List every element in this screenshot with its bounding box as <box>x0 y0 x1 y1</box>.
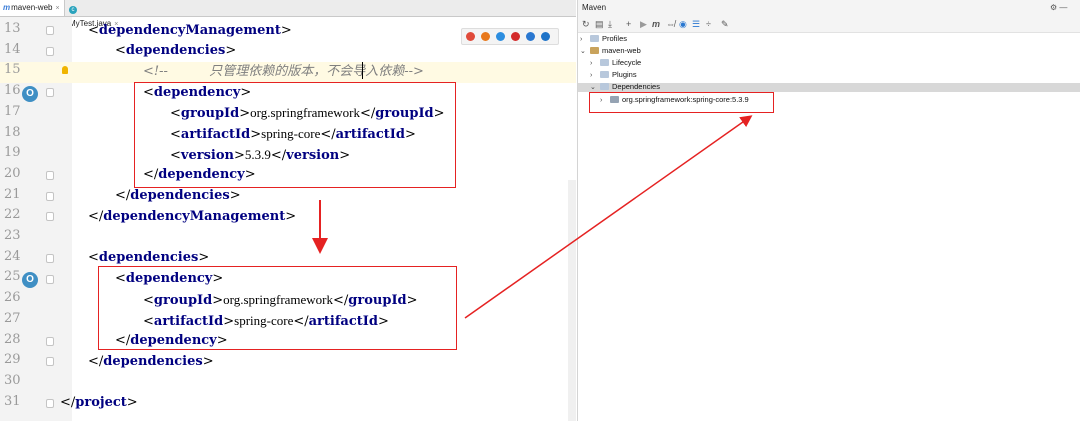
java-class-icon: c <box>69 6 77 14</box>
run-icon[interactable]: ▶ <box>640 18 647 30</box>
lightbulb-icon[interactable] <box>62 66 68 74</box>
download-icon[interactable]: ⤓ <box>608 18 612 30</box>
fold-marker[interactable] <box>46 254 54 263</box>
folder-icon <box>600 83 609 90</box>
toggle-offline-icon[interactable]: ⇎ <box>666 18 675 30</box>
code-line-15: <!-- 只管理依赖的版本，不会导入依赖--> <box>143 64 424 79</box>
line-number: 24 <box>4 248 21 264</box>
annotation-box-dependency <box>98 266 457 350</box>
maven-header: Maven ⚙ — <box>578 0 1080 16</box>
skip-tests-icon[interactable]: ◉ <box>679 18 687 30</box>
show-dependencies-icon[interactable]: ☰ <box>692 18 700 30</box>
settings-wrench-icon[interactable]: ✎ <box>721 18 729 30</box>
vertical-scrollbar[interactable] <box>568 180 576 421</box>
line-number: 22 <box>4 207 21 223</box>
chevron-down-icon[interactable]: ⌄ <box>580 47 590 57</box>
line-number: 19 <box>4 145 21 161</box>
tree-item-plugins[interactable]: › Plugins <box>590 70 637 81</box>
fold-marker[interactable] <box>46 192 54 201</box>
fold-marker[interactable] <box>46 88 54 97</box>
code-editor[interactable]: mmaven-web × cMyTest.java × 13 14 15 16 17 18 19… <box>0 0 576 421</box>
maven-m-icon: m <box>3 3 11 12</box>
line-number: 31 <box>4 393 21 409</box>
overridden-dependency-icon[interactable]: O <box>22 86 38 102</box>
line-number: 18 <box>4 124 21 140</box>
close-icon[interactable]: × <box>55 5 59 12</box>
maven-tool-window: Maven ⚙ — ↻ ▤ ⤓ + ▶ m ⇎ ◉ ☰ ÷ ✎ › Profile… <box>577 0 1080 421</box>
line-number: 15 <box>4 62 21 78</box>
chevron-right-icon[interactable]: › <box>590 59 600 69</box>
folder-icon <box>600 59 609 66</box>
folder-icon <box>600 71 609 78</box>
tree-item-lifecycle[interactable]: › Lifecycle <box>590 58 641 69</box>
code-line-14: <dependencies> <box>115 43 237 58</box>
firefox-icon[interactable] <box>481 32 490 41</box>
maven-title: Maven <box>582 3 607 12</box>
code-line-21: </dependencies> <box>115 188 241 203</box>
line-number: 17 <box>4 103 21 119</box>
m-execute-icon[interactable]: m <box>652 18 660 30</box>
maven-project-icon <box>590 47 599 54</box>
code-line-22: </dependencyManagement> <box>88 209 297 224</box>
fold-marker[interactable] <box>46 275 54 284</box>
tree-item-label: Dependencies <box>612 82 660 91</box>
code-line-24: <dependencies> <box>88 250 210 265</box>
fold-marker[interactable] <box>46 337 54 346</box>
line-number: 13 <box>4 21 21 36</box>
folder-icon <box>590 35 599 42</box>
gear-icon[interactable]: ⚙ — <box>1050 0 1067 16</box>
line-number: 30 <box>4 372 21 388</box>
overriding-dependency-icon[interactable]: O <box>22 272 38 288</box>
chevron-right-icon[interactable]: › <box>590 71 600 81</box>
fold-marker[interactable] <box>46 26 54 35</box>
chevron-right-icon[interactable]: › <box>580 35 590 45</box>
tree-item-label: Lifecycle <box>612 58 642 67</box>
line-number: 26 <box>4 290 21 306</box>
line-number: 20 <box>4 165 21 181</box>
add-icon[interactable]: + <box>626 18 631 30</box>
tree-item-label: Profiles <box>602 34 628 43</box>
tree-item-label: Plugins <box>612 70 637 79</box>
tree-item-maven-web[interactable]: ⌄ maven-web <box>580 46 641 57</box>
line-number: 23 <box>4 228 21 243</box>
tab-label: maven-web <box>11 3 53 12</box>
code-line-29: </dependencies> <box>88 354 214 369</box>
code-line-31: </project> <box>60 395 138 410</box>
tab-mytest-java[interactable]: cMyTest.java × <box>66 0 130 28</box>
browser-preview-toolbar <box>461 28 559 45</box>
fold-marker[interactable] <box>46 212 54 221</box>
safari-icon[interactable] <box>496 32 505 41</box>
line-number: 21 <box>4 186 21 202</box>
generate-sources-icon[interactable]: ▤ <box>595 18 604 30</box>
text-caret <box>362 62 363 79</box>
edge-icon[interactable] <box>541 32 550 41</box>
fold-marker[interactable] <box>46 47 54 56</box>
ie-icon[interactable] <box>526 32 535 41</box>
line-number: 27 <box>4 310 21 326</box>
opera-icon[interactable] <box>511 32 520 41</box>
editor-tab-bar: mmaven-web × cMyTest.java × <box>0 0 576 28</box>
tree-item-label: maven-web <box>602 46 641 55</box>
refresh-icon[interactable]: ↻ <box>582 18 590 30</box>
line-number: 14 <box>4 41 21 57</box>
maven-toolbar: ↻ ▤ ⤓ + ▶ m ⇎ ◉ ☰ ÷ ✎ <box>578 16 1080 33</box>
fold-marker[interactable] <box>46 357 54 366</box>
line-number: 28 <box>4 331 21 347</box>
line-number: 29 <box>4 352 21 368</box>
annotation-box-managed-dependency <box>134 82 456 188</box>
annotation-box-resolved-dependency <box>589 92 774 113</box>
tab-maven-web[interactable]: mmaven-web × <box>0 0 65 16</box>
code-line-13: <dependencyManagement> <box>88 23 292 38</box>
fold-marker[interactable] <box>46 171 54 180</box>
fold-marker[interactable] <box>46 399 54 408</box>
chrome-icon[interactable] <box>466 32 475 41</box>
tree-item-profiles[interactable]: › Profiles <box>580 34 627 45</box>
collapse-icon[interactable]: ÷ <box>706 18 711 30</box>
